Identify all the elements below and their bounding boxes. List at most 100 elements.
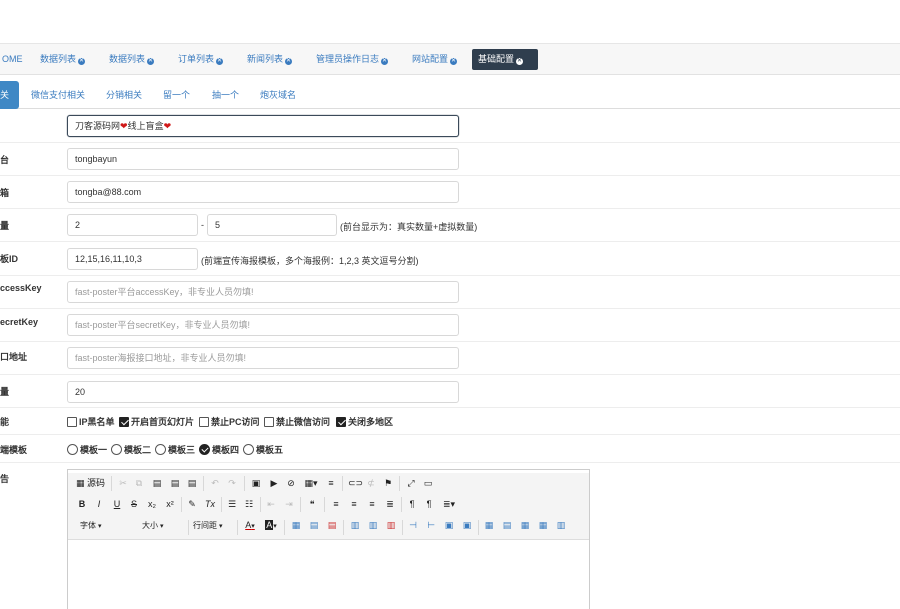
- subscript-button[interactable]: x₂: [145, 498, 159, 511]
- radio-circle[interactable]: [111, 444, 122, 455]
- font-family-select[interactable]: 字体: [80, 519, 130, 532]
- ordered-list-icon[interactable]: ☰: [226, 498, 238, 511]
- paste-text-icon[interactable]: ▤: [169, 477, 181, 490]
- radio-template-5[interactable]: 模板五: [243, 443, 283, 456]
- bold-button[interactable]: B: [76, 498, 88, 511]
- table-props-icon[interactable]: ▦: [483, 519, 495, 532]
- site-name-input[interactable]: 刀客源码网❤线上盲盒❤: [67, 115, 459, 137]
- delete-col-icon[interactable]: ▥: [385, 519, 397, 532]
- bg-color-button[interactable]: A▾: [263, 519, 279, 532]
- subtab-distribution[interactable]: 分销相关: [106, 81, 142, 109]
- font-size-select[interactable]: 大小: [142, 519, 182, 532]
- ltr-button[interactable]: ¶: [406, 498, 418, 511]
- tab-admin-log[interactable]: 管理员操作日志 ✕: [310, 49, 394, 70]
- radio-circle[interactable]: [243, 444, 254, 455]
- table-row-icon[interactable]: ▤: [308, 519, 320, 532]
- paste-word-icon[interactable]: ▤: [186, 477, 198, 490]
- close-icon[interactable]: ✕: [147, 58, 155, 65]
- fullscreen-icon[interactable]: ⤢: [405, 477, 417, 490]
- radio-circle[interactable]: [155, 444, 166, 455]
- subtab-wechat-pay[interactable]: 微信支付相关: [31, 81, 85, 109]
- access-key-input[interactable]: fast-poster平台accessKey，非专业人员勿填!: [67, 281, 459, 303]
- align-justify-icon[interactable]: ≣: [384, 498, 396, 511]
- radio-circle[interactable]: [199, 444, 210, 455]
- subtab-keep-one[interactable]: 留一个: [163, 81, 190, 109]
- line-spacing-icon[interactable]: ≣▾: [440, 498, 458, 511]
- tab-data-list-2[interactable]: 数据列表 ✕: [103, 49, 160, 70]
- anchor-icon[interactable]: ⚑: [382, 477, 394, 490]
- subtab-draw-one[interactable]: 抽一个: [212, 81, 239, 109]
- video-icon[interactable]: ▶: [268, 477, 280, 490]
- align-right-icon[interactable]: ≡: [366, 498, 378, 511]
- close-icon[interactable]: ✕: [381, 58, 389, 65]
- count-max-input[interactable]: 5: [207, 214, 337, 236]
- number-input[interactable]: 20: [67, 381, 459, 403]
- underline-button[interactable]: U: [111, 498, 123, 511]
- align-left-icon[interactable]: ≡: [330, 498, 342, 511]
- table-icon[interactable]: ▦▾: [302, 477, 320, 490]
- format-painter-icon[interactable]: ✎: [186, 498, 198, 511]
- blockquote-icon[interactable]: ❝: [306, 498, 318, 511]
- tab-basic-config[interactable]: 基础配置 ✕: [472, 49, 538, 70]
- superscript-button[interactable]: x²: [163, 498, 177, 511]
- flash-icon[interactable]: ⊘: [285, 477, 297, 490]
- radio-template-2[interactable]: 模板二: [111, 443, 151, 456]
- insert-col-after-icon[interactable]: ▥: [367, 519, 379, 532]
- checkbox-ip-blacklist[interactable]: IP黑名单: [67, 415, 115, 428]
- checkbox-close-regions[interactable]: 关闭多地区: [336, 415, 393, 428]
- col-props-icon[interactable]: ▦: [519, 519, 531, 532]
- count-min-input[interactable]: 2: [67, 214, 198, 236]
- close-icon[interactable]: ✕: [78, 58, 86, 65]
- tab-order-list[interactable]: 订单列表 ✕: [172, 49, 229, 70]
- secret-key-input[interactable]: fast-poster平台secretKey，非专业人员勿填!: [67, 314, 459, 336]
- subtab-basic[interactable]: 关: [0, 81, 19, 109]
- subtab-domain[interactable]: 炮灰域名: [260, 81, 296, 109]
- checkbox-box[interactable]: [199, 417, 209, 427]
- row-props-icon[interactable]: ▤: [501, 519, 513, 532]
- close-icon[interactable]: ✕: [516, 58, 524, 65]
- checkbox-block-wechat[interactable]: 禁止微信访问: [264, 415, 330, 428]
- api-url-input[interactable]: fast-poster海报接口地址，非专业人员勿填!: [67, 347, 459, 369]
- email-field[interactable]: tongba@88.com: [67, 181, 459, 203]
- image-icon[interactable]: ▣: [250, 477, 262, 490]
- preview-icon[interactable]: ▭: [422, 477, 434, 490]
- cut-icon[interactable]: ✂: [117, 477, 129, 490]
- close-icon[interactable]: ✕: [285, 58, 293, 65]
- split-row-icon[interactable]: ▦: [537, 519, 549, 532]
- horizontal-line-icon[interactable]: ≡: [325, 477, 337, 490]
- strike-button[interactable]: S: [128, 498, 140, 511]
- checkbox-box[interactable]: [119, 417, 129, 427]
- italic-button[interactable]: I: [93, 498, 105, 511]
- checkbox-box[interactable]: [336, 417, 346, 427]
- tab-site-config[interactable]: 网站配置 ✕: [406, 49, 463, 70]
- radio-template-3[interactable]: 模板三: [155, 443, 195, 456]
- checkbox-block-pc[interactable]: 禁止PC访问: [199, 415, 260, 428]
- tab-home[interactable]: OME: [0, 49, 29, 70]
- line-height-select[interactable]: 行间距: [193, 519, 235, 532]
- editor-content-area[interactable]: [68, 541, 589, 609]
- merge-right-icon[interactable]: ⊣: [407, 519, 419, 532]
- clear-format-button[interactable]: Tx: [203, 498, 217, 511]
- table-delete-icon[interactable]: ▤: [326, 519, 338, 532]
- source-button[interactable]: ▦ 源码: [76, 477, 106, 490]
- insert-col-before-icon[interactable]: ▥: [349, 519, 361, 532]
- copy-icon[interactable]: ⧉: [133, 477, 145, 490]
- close-icon[interactable]: ✕: [216, 58, 224, 65]
- split-col-icon[interactable]: ▥: [555, 519, 567, 532]
- merge-down-icon[interactable]: ⊢: [425, 519, 437, 532]
- link-icon[interactable]: ⊂⊃: [348, 477, 363, 490]
- checkbox-box[interactable]: [264, 417, 274, 427]
- indent-icon[interactable]: ⇥: [283, 498, 295, 511]
- unordered-list-icon[interactable]: ☷: [243, 498, 255, 511]
- split-cell-icon[interactable]: ▣: [443, 519, 455, 532]
- checkbox-box[interactable]: [67, 417, 77, 427]
- unlink-icon[interactable]: ⊄: [365, 477, 377, 490]
- font-color-button[interactable]: A▾: [242, 519, 258, 532]
- table-insert-icon[interactable]: ▦: [290, 519, 302, 532]
- redo-icon[interactable]: ↷: [226, 477, 238, 490]
- outdent-icon[interactable]: ⇤: [265, 498, 277, 511]
- radio-template-4[interactable]: 模板四: [199, 443, 239, 456]
- align-center-icon[interactable]: ≡: [348, 498, 360, 511]
- paste-icon[interactable]: ▤: [151, 477, 163, 490]
- cell-props-icon[interactable]: ▣: [461, 519, 473, 532]
